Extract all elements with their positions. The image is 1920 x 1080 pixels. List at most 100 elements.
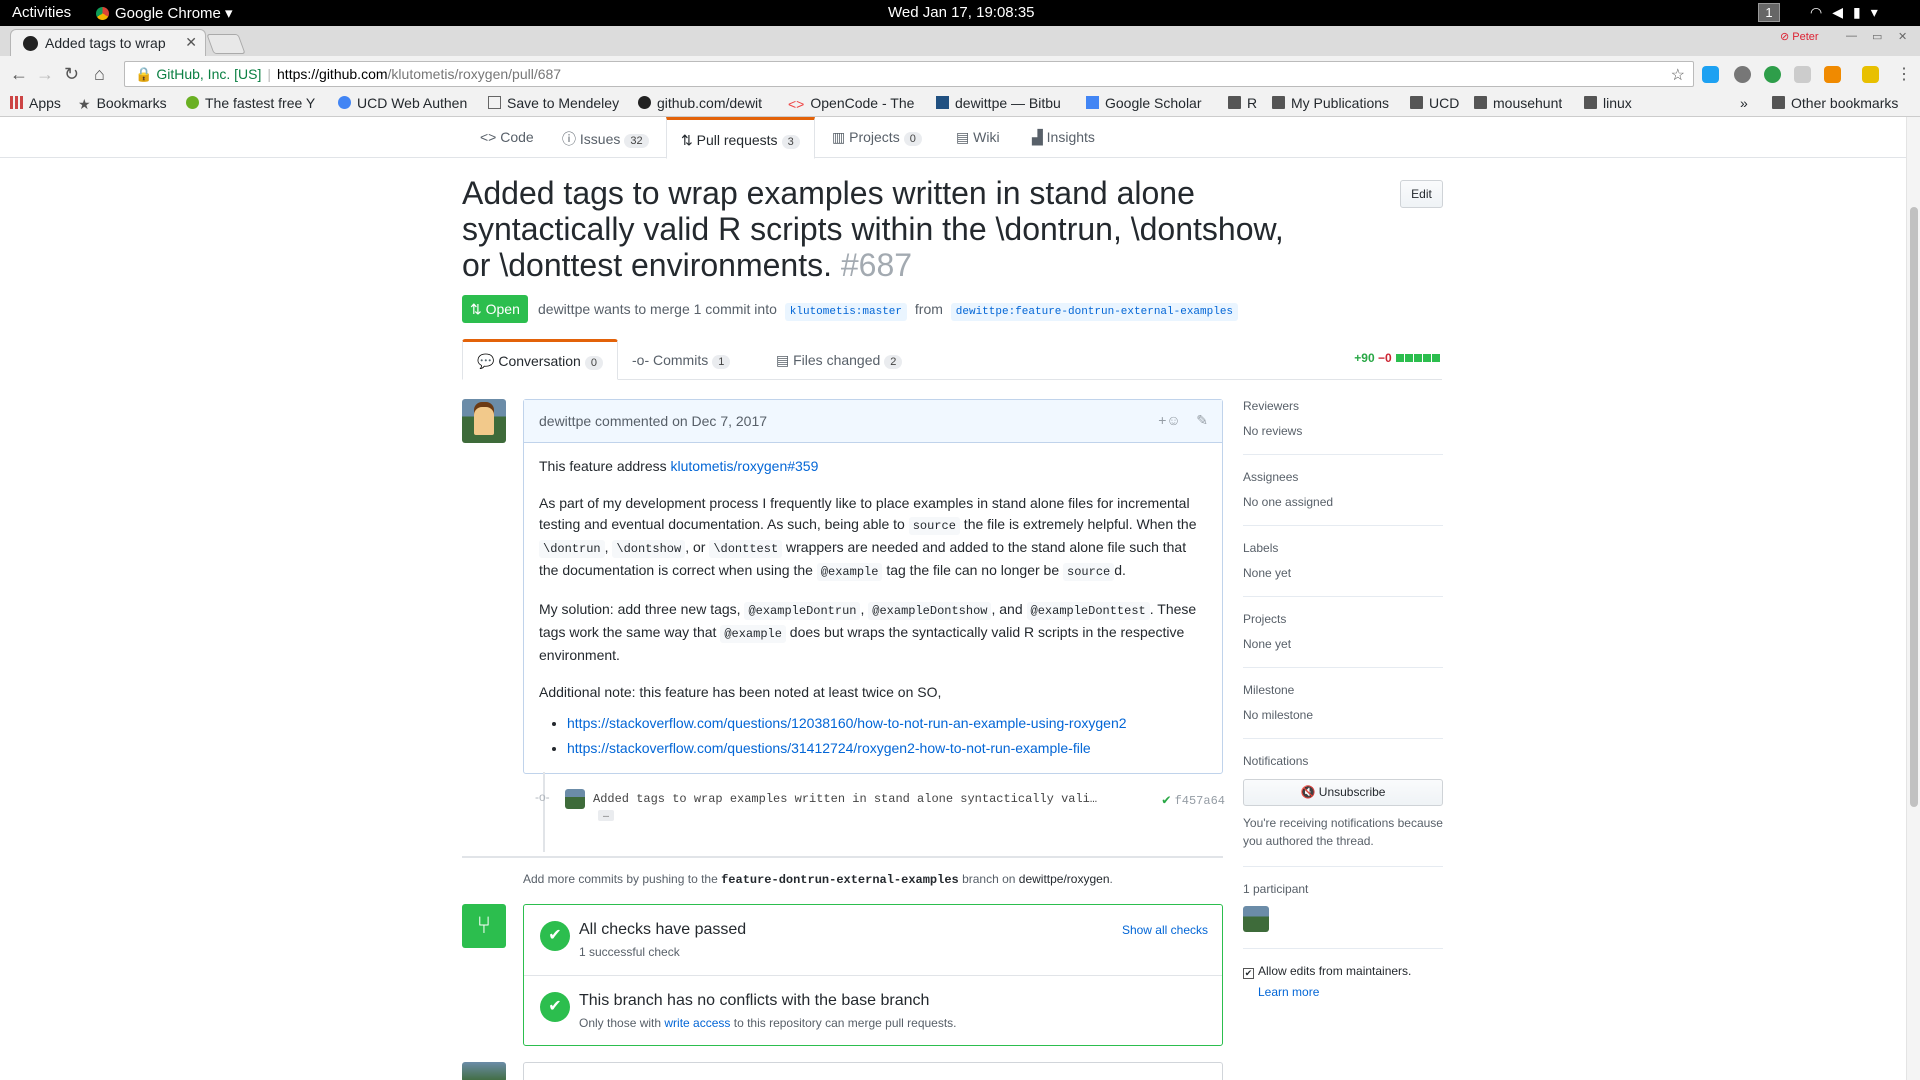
bookmark-apps[interactable]: Apps [10,95,61,111]
reload-icon[interactable]: ↻ [64,64,79,85]
commit-expand-button[interactable]: … [598,810,615,821]
reviewers-section: Reviewers No reviews [1243,399,1443,455]
forward-icon[interactable]: → [36,64,54,85]
so-link-1[interactable]: https://stackoverflow.com/questions/1203… [567,715,1127,731]
apps-grid-icon [10,96,23,109]
folder-icon [1228,96,1241,109]
bookmarks-overflow-icon[interactable]: » [1740,95,1748,111]
extension-icon[interactable] [1862,66,1879,83]
bookmark-item[interactable]: The fastest free Y [186,95,322,111]
repo-tab-wiki[interactable]: ▤ Wiki [956,129,1000,146]
check-circle-icon: ✔ [540,921,570,951]
address-bar[interactable]: 🔒 GitHub, Inc. [US] | https://github.com/k… [124,61,1694,87]
rss-extension-icon[interactable] [1824,66,1841,83]
repo-tab-issues[interactable]: ⓘ Issues 32 [562,129,649,149]
workspace-indicator[interactable]: 1 [1758,3,1780,22]
tab-conversation[interactable]: 💬 Conversation 0 [462,339,618,380]
write-access-link[interactable]: write access [664,1016,730,1030]
pr-title: Added tags to wrap examples written in s… [462,175,1284,283]
diffstat: +90 −0 [1354,351,1440,365]
github-page: <> Code ⓘ Issues 32 ⇅ Pull requests 3 ▥ Pr… [0,117,1906,1080]
commit-sha[interactable]: ✔ f457a64 [1162,792,1225,809]
folder-icon [1772,96,1785,109]
repo-tab-code[interactable]: <> Code [480,129,534,145]
checks-subtitle: 1 successful check [579,945,680,959]
close-tab-icon[interactable]: ✕ [185,34,197,51]
bookmark-folder[interactable]: mousehunt [1474,95,1562,111]
bookmark-bookmarks[interactable]: ★ Bookmarks [78,95,167,111]
activities-button[interactable]: Activities [12,4,71,21]
comment-icon: 💬 [477,353,499,369]
so-link-2[interactable]: https://stackoverflow.com/questions/3141… [567,740,1091,756]
bookmark-star-icon[interactable]: ☆ [1671,65,1685,85]
comment-box[interactable] [523,1062,1223,1080]
page-scrollbar[interactable] [1906,117,1920,1080]
browser-tab-active[interactable]: Added tags to wrap ✕ [10,29,206,56]
twitter-extension-icon[interactable] [1702,66,1719,83]
bookmark-item[interactable]: Google Scholar [1086,95,1202,111]
tab-files-changed[interactable]: ▤ Files changed 2 [762,339,916,380]
show-all-checks-link[interactable]: Show all checks [1122,923,1208,937]
tab-strip: Added tags to wrap ✕ ⊘ Peter — ▭ ✕ [0,26,1920,56]
commit-message[interactable]: Added tags to wrap examples written in s… [593,792,1097,806]
participants-section: 1 participant [1243,882,1443,949]
learn-more-link[interactable]: Learn more [1258,985,1443,999]
edit-pencil-icon[interactable]: ✎ [1196,412,1208,428]
repo-tab-projects[interactable]: ▥ Projects 0 [832,129,922,146]
tab-commits[interactable]: -o- Commits 1 [618,339,744,380]
commit-avatar[interactable] [565,789,585,809]
minimize-icon[interactable]: — [1846,30,1857,42]
participant-avatar[interactable] [1243,906,1269,932]
github-icon [638,96,651,109]
new-tab-button[interactable] [206,34,246,54]
pushbullet-extension-icon[interactable] [1764,66,1781,83]
pr-state-badge: ⇅ Open [462,295,528,323]
repo-tab-pull-requests[interactable]: ⇅ Pull requests 3 [666,117,815,159]
bookmark-folder[interactable]: linux [1584,95,1632,111]
clock[interactable]: Wed Jan 17, 19:08:35 [888,4,1035,21]
back-icon[interactable]: ← [10,64,28,85]
pull-request-icon: ⇅ [681,132,697,148]
home-icon[interactable]: ⌂ [94,64,105,85]
bookmark-item[interactable]: Save to Mendeley [488,95,622,111]
bookmark-folder[interactable]: My Publications [1272,95,1389,111]
bookmark-item[interactable]: <> OpenCode - The [788,95,918,111]
bookmark-item[interactable]: UCD Web Authen [338,95,472,111]
bookmark-folder[interactable]: UCD [1410,95,1459,111]
chrome-icon [96,7,109,20]
issue-link[interactable]: klutometis/roxygen#359 [671,458,819,474]
repo-nav: <> Code ⓘ Issues 32 ⇅ Pull requests 3 ▥ Pr… [0,117,1906,159]
chrome-menu-icon[interactable]: ⋮ [1896,64,1912,84]
url-host: https://github.com [277,66,388,82]
other-bookmarks[interactable]: Other bookmarks [1772,95,1898,111]
scrollbar-thumb[interactable] [1910,207,1918,807]
battery-icon: ▮ [1853,4,1871,20]
repo-tab-insights[interactable]: ▟ Insights [1032,129,1095,146]
bookmark-item[interactable]: dewittpe — Bitbu [936,95,1070,111]
extension-icon[interactable] [1734,66,1751,83]
avatar[interactable] [462,1062,506,1080]
profile-button[interactable]: ⊘ Peter [1780,30,1819,43]
avatar[interactable] [462,399,506,443]
base-branch[interactable]: klutometis:master [784,303,907,321]
bookmark-folder[interactable]: R [1228,95,1257,111]
code-icon: <> [480,129,501,145]
mute-icon: 🔇 [1300,785,1319,799]
milestone-section: Milestone No milestone [1243,683,1443,739]
wifi-icon: ◠ [1810,4,1833,20]
maximize-icon[interactable]: ▭ [1872,30,1882,43]
add-reaction-icon[interactable]: +☺ [1158,412,1180,428]
head-branch[interactable]: dewittpe:feature-dontrun-external-exampl… [950,303,1239,321]
git-merge-icon: ⑂ [462,904,506,948]
close-window-icon[interactable]: ✕ [1898,30,1907,43]
folder-icon [1272,96,1285,109]
bookmark-item[interactable]: github.com/dewit [638,95,772,111]
unsubscribe-button[interactable]: 🔇 Unsubscribe [1243,779,1443,806]
system-tray[interactable]: ◠◀▮▾ [1810,4,1888,21]
app-menu[interactable]: Google Chrome ▾ [96,4,233,22]
browser-toolbar: ← → ↻ ⌂ 🔒 GitHub, Inc. [US] | https://gith… [0,56,1920,92]
extension-icon[interactable] [1794,66,1811,83]
edit-title-button[interactable]: Edit [1400,180,1443,208]
star-icon: ★ [78,96,91,111]
allow-edits-checkbox[interactable]: ✔ [1243,968,1254,979]
